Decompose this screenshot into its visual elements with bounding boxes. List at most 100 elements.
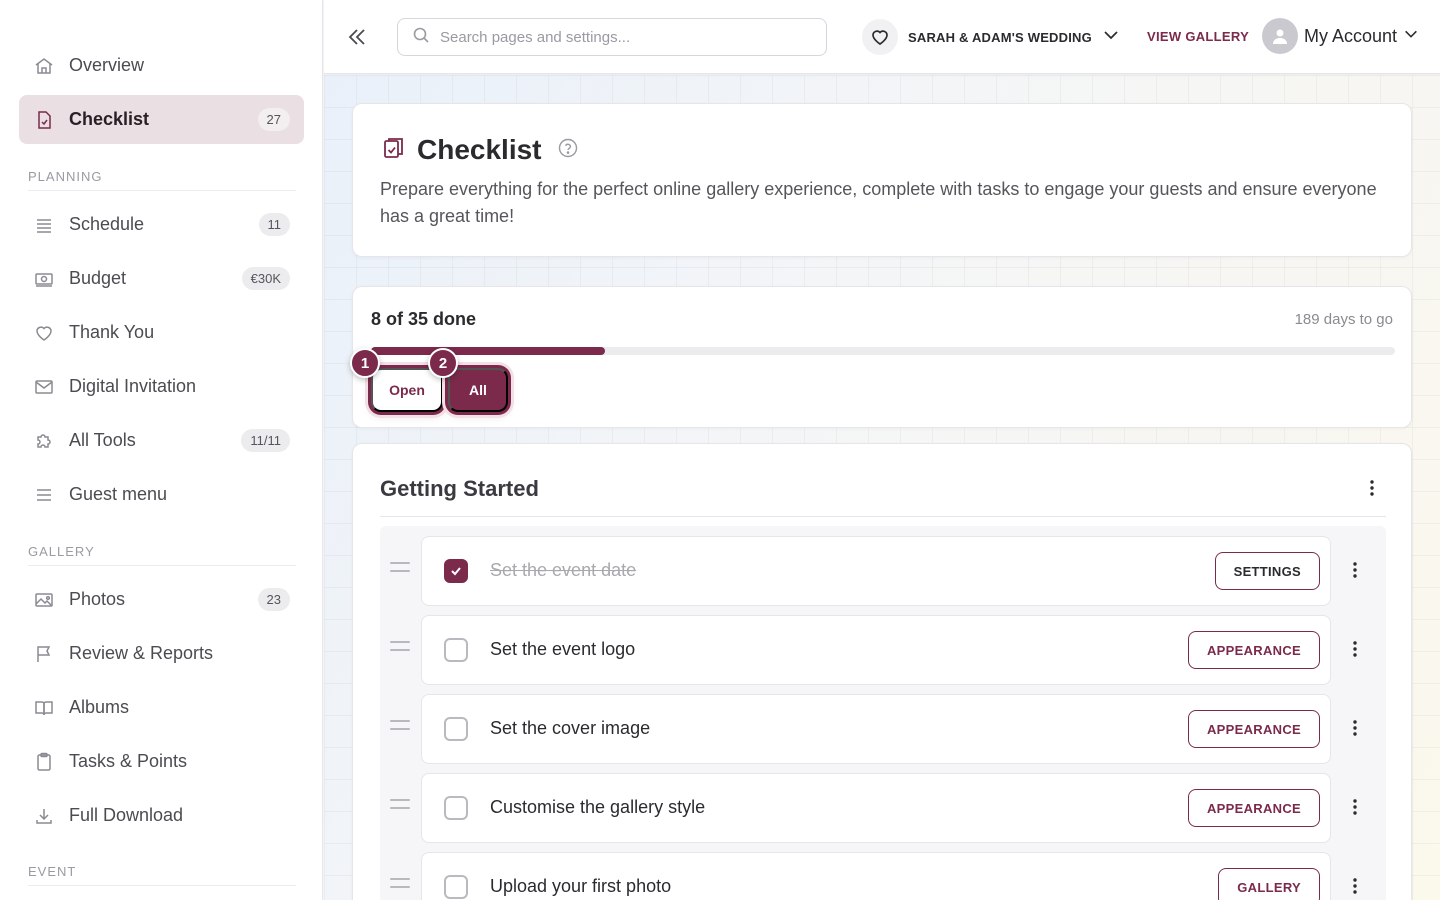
drag-handle-icon[interactable]	[390, 878, 410, 892]
task-action-button[interactable]: SETTINGS	[1214, 552, 1320, 590]
search-input[interactable]	[440, 28, 800, 46]
count-badge: 23	[257, 588, 290, 611]
task-action-button[interactable]: APPEARANCE	[1187, 710, 1320, 748]
days-to-go-label: 189 days to go	[1294, 311, 1393, 328]
more-vertical-icon[interactable]	[1352, 560, 1358, 585]
menu-icon	[33, 484, 55, 506]
book-icon	[33, 697, 55, 719]
task-action-button[interactable]: GALLERY	[1218, 868, 1320, 900]
sidebar-item-label: Tasks & Points	[69, 751, 188, 771]
view-gallery-link[interactable]: VIEW GALLERY	[1147, 29, 1249, 44]
checklist-icon	[33, 109, 55, 131]
page-title: Checklist	[417, 134, 542, 165]
group-title: Getting Started	[380, 476, 539, 501]
task-item: Customise the gallery style APPEARANCE	[421, 773, 1331, 843]
progress-bar	[371, 347, 1395, 355]
event-switcher[interactable]: SARAH & ADAM'S WEDDING	[862, 19, 1120, 55]
more-vertical-icon[interactable]	[1369, 478, 1375, 503]
drag-handle-icon[interactable]	[390, 799, 410, 813]
count-badge: 11/11	[241, 429, 290, 452]
sidebar-item-all-tools[interactable]: All Tools 11/11	[19, 416, 304, 465]
sidebar-item-label: Budget	[69, 268, 127, 288]
search-box	[397, 18, 827, 56]
section-heading-event: EVENT	[28, 864, 296, 886]
more-vertical-icon[interactable]	[1352, 797, 1358, 822]
sidebar-item-digital-invitation[interactable]: Digital Invitation	[19, 362, 304, 411]
sidebar-item-full-download[interactable]: Full Download	[19, 791, 304, 840]
task-item: Set the event logo APPEARANCE	[421, 615, 1331, 685]
checklist-icon	[381, 135, 407, 166]
progress-card: 8 of 35 done 189 days to go Open All 1 2	[350, 286, 1412, 428]
more-vertical-icon[interactable]	[1352, 876, 1358, 900]
puzzle-icon	[33, 430, 55, 452]
sidebar-item-label: Checklist	[69, 109, 150, 129]
sidebar-item-label: All Tools	[69, 430, 136, 450]
account-menu[interactable]: My Account	[1262, 18, 1419, 54]
image-icon	[33, 589, 55, 611]
sidebar-item-albums[interactable]: Albums	[19, 683, 304, 732]
task-checkbox[interactable]	[444, 638, 468, 662]
drag-handle-icon[interactable]	[390, 720, 410, 734]
home-icon	[33, 55, 55, 77]
task-checkbox[interactable]	[444, 875, 468, 899]
task-label: Customise the gallery style	[490, 797, 706, 817]
schedule-icon	[33, 214, 55, 236]
sidebar-item-label: Overview	[69, 55, 145, 75]
help-icon[interactable]	[558, 138, 578, 163]
task-row: Set the cover image APPEARANCE	[380, 694, 1386, 764]
drag-handle-icon[interactable]	[390, 562, 410, 576]
more-vertical-icon[interactable]	[1352, 639, 1358, 664]
task-row: Set the event logo APPEARANCE	[380, 615, 1386, 685]
sidebar-item-label: Albums	[69, 697, 130, 717]
sidebar-item-review-reports[interactable]: Review & Reports	[19, 629, 304, 678]
sidebar-item-guest-menu[interactable]: Guest menu	[19, 470, 304, 519]
task-checkbox[interactable]	[444, 559, 468, 583]
heart-icon	[862, 19, 898, 55]
count-badge: 27	[257, 108, 290, 131]
section-heading-planning: PLANNING	[28, 169, 296, 191]
collapse-sidebar-icon[interactable]	[344, 24, 370, 50]
count-badge: 11	[258, 213, 290, 236]
step-marker-2: 2	[428, 348, 458, 378]
clipboard-icon	[33, 751, 55, 773]
sidebar-item-thank-you[interactable]: Thank You	[19, 308, 304, 357]
chevron-down-icon	[1403, 26, 1419, 47]
task-action-button[interactable]: APPEARANCE	[1187, 789, 1320, 827]
task-item: Upload your first photo GALLERY	[421, 852, 1331, 900]
download-icon	[33, 805, 55, 827]
sidebar-item-label: Thank You	[69, 322, 155, 342]
sidebar-item-photos[interactable]: Photos 23	[19, 575, 304, 624]
filter-all-button[interactable]: All	[448, 368, 508, 412]
sidebar-item-label: Guest menu	[69, 484, 168, 504]
page-description: Prepare everything for the perfect onlin…	[380, 179, 1377, 226]
drag-handle-icon[interactable]	[390, 641, 410, 655]
more-vertical-icon[interactable]	[1352, 718, 1358, 743]
search-icon	[412, 26, 430, 49]
section-heading-gallery: GALLERY	[28, 544, 296, 566]
page-title-row: Checklist	[381, 134, 578, 166]
filter-open-button[interactable]: Open	[371, 368, 443, 412]
task-checkbox[interactable]	[444, 717, 468, 741]
main-content: Checklist Prepare everything for the per…	[324, 75, 1440, 900]
task-action-button[interactable]: APPEARANCE	[1187, 631, 1320, 669]
sidebar-item-overview[interactable]: Overview	[19, 41, 304, 90]
avatar	[1262, 18, 1298, 54]
task-label: Set the event logo	[490, 639, 636, 659]
sidebar-item-label: Digital Invitation	[69, 376, 197, 396]
account-label: My Account	[1304, 25, 1398, 46]
sidebar-item-schedule[interactable]: Schedule 11	[19, 200, 304, 249]
task-row: Set the event date SETTINGS	[380, 536, 1386, 606]
sidebar-item-budget[interactable]: Budget €30K	[19, 254, 304, 303]
task-label: Set the cover image	[490, 718, 651, 738]
sidebar-item-label: Photos	[69, 589, 126, 609]
topbar: SARAH & ADAM'S WEDDING VIEW GALLERY My A…	[324, 0, 1440, 74]
sidebar-item-label: Schedule	[69, 214, 145, 234]
task-checkbox[interactable]	[444, 796, 468, 820]
progress-bar-fill	[371, 347, 606, 355]
sidebar-item-tasks-points[interactable]: Tasks & Points	[19, 737, 304, 786]
sidebar-item-checklist[interactable]: Checklist 27	[19, 95, 304, 144]
flag-icon	[33, 643, 55, 665]
money-icon	[33, 268, 55, 290]
page-header-card: Checklist Prepare everything for the per…	[352, 103, 1412, 257]
task-item: Set the cover image APPEARANCE	[421, 694, 1331, 764]
